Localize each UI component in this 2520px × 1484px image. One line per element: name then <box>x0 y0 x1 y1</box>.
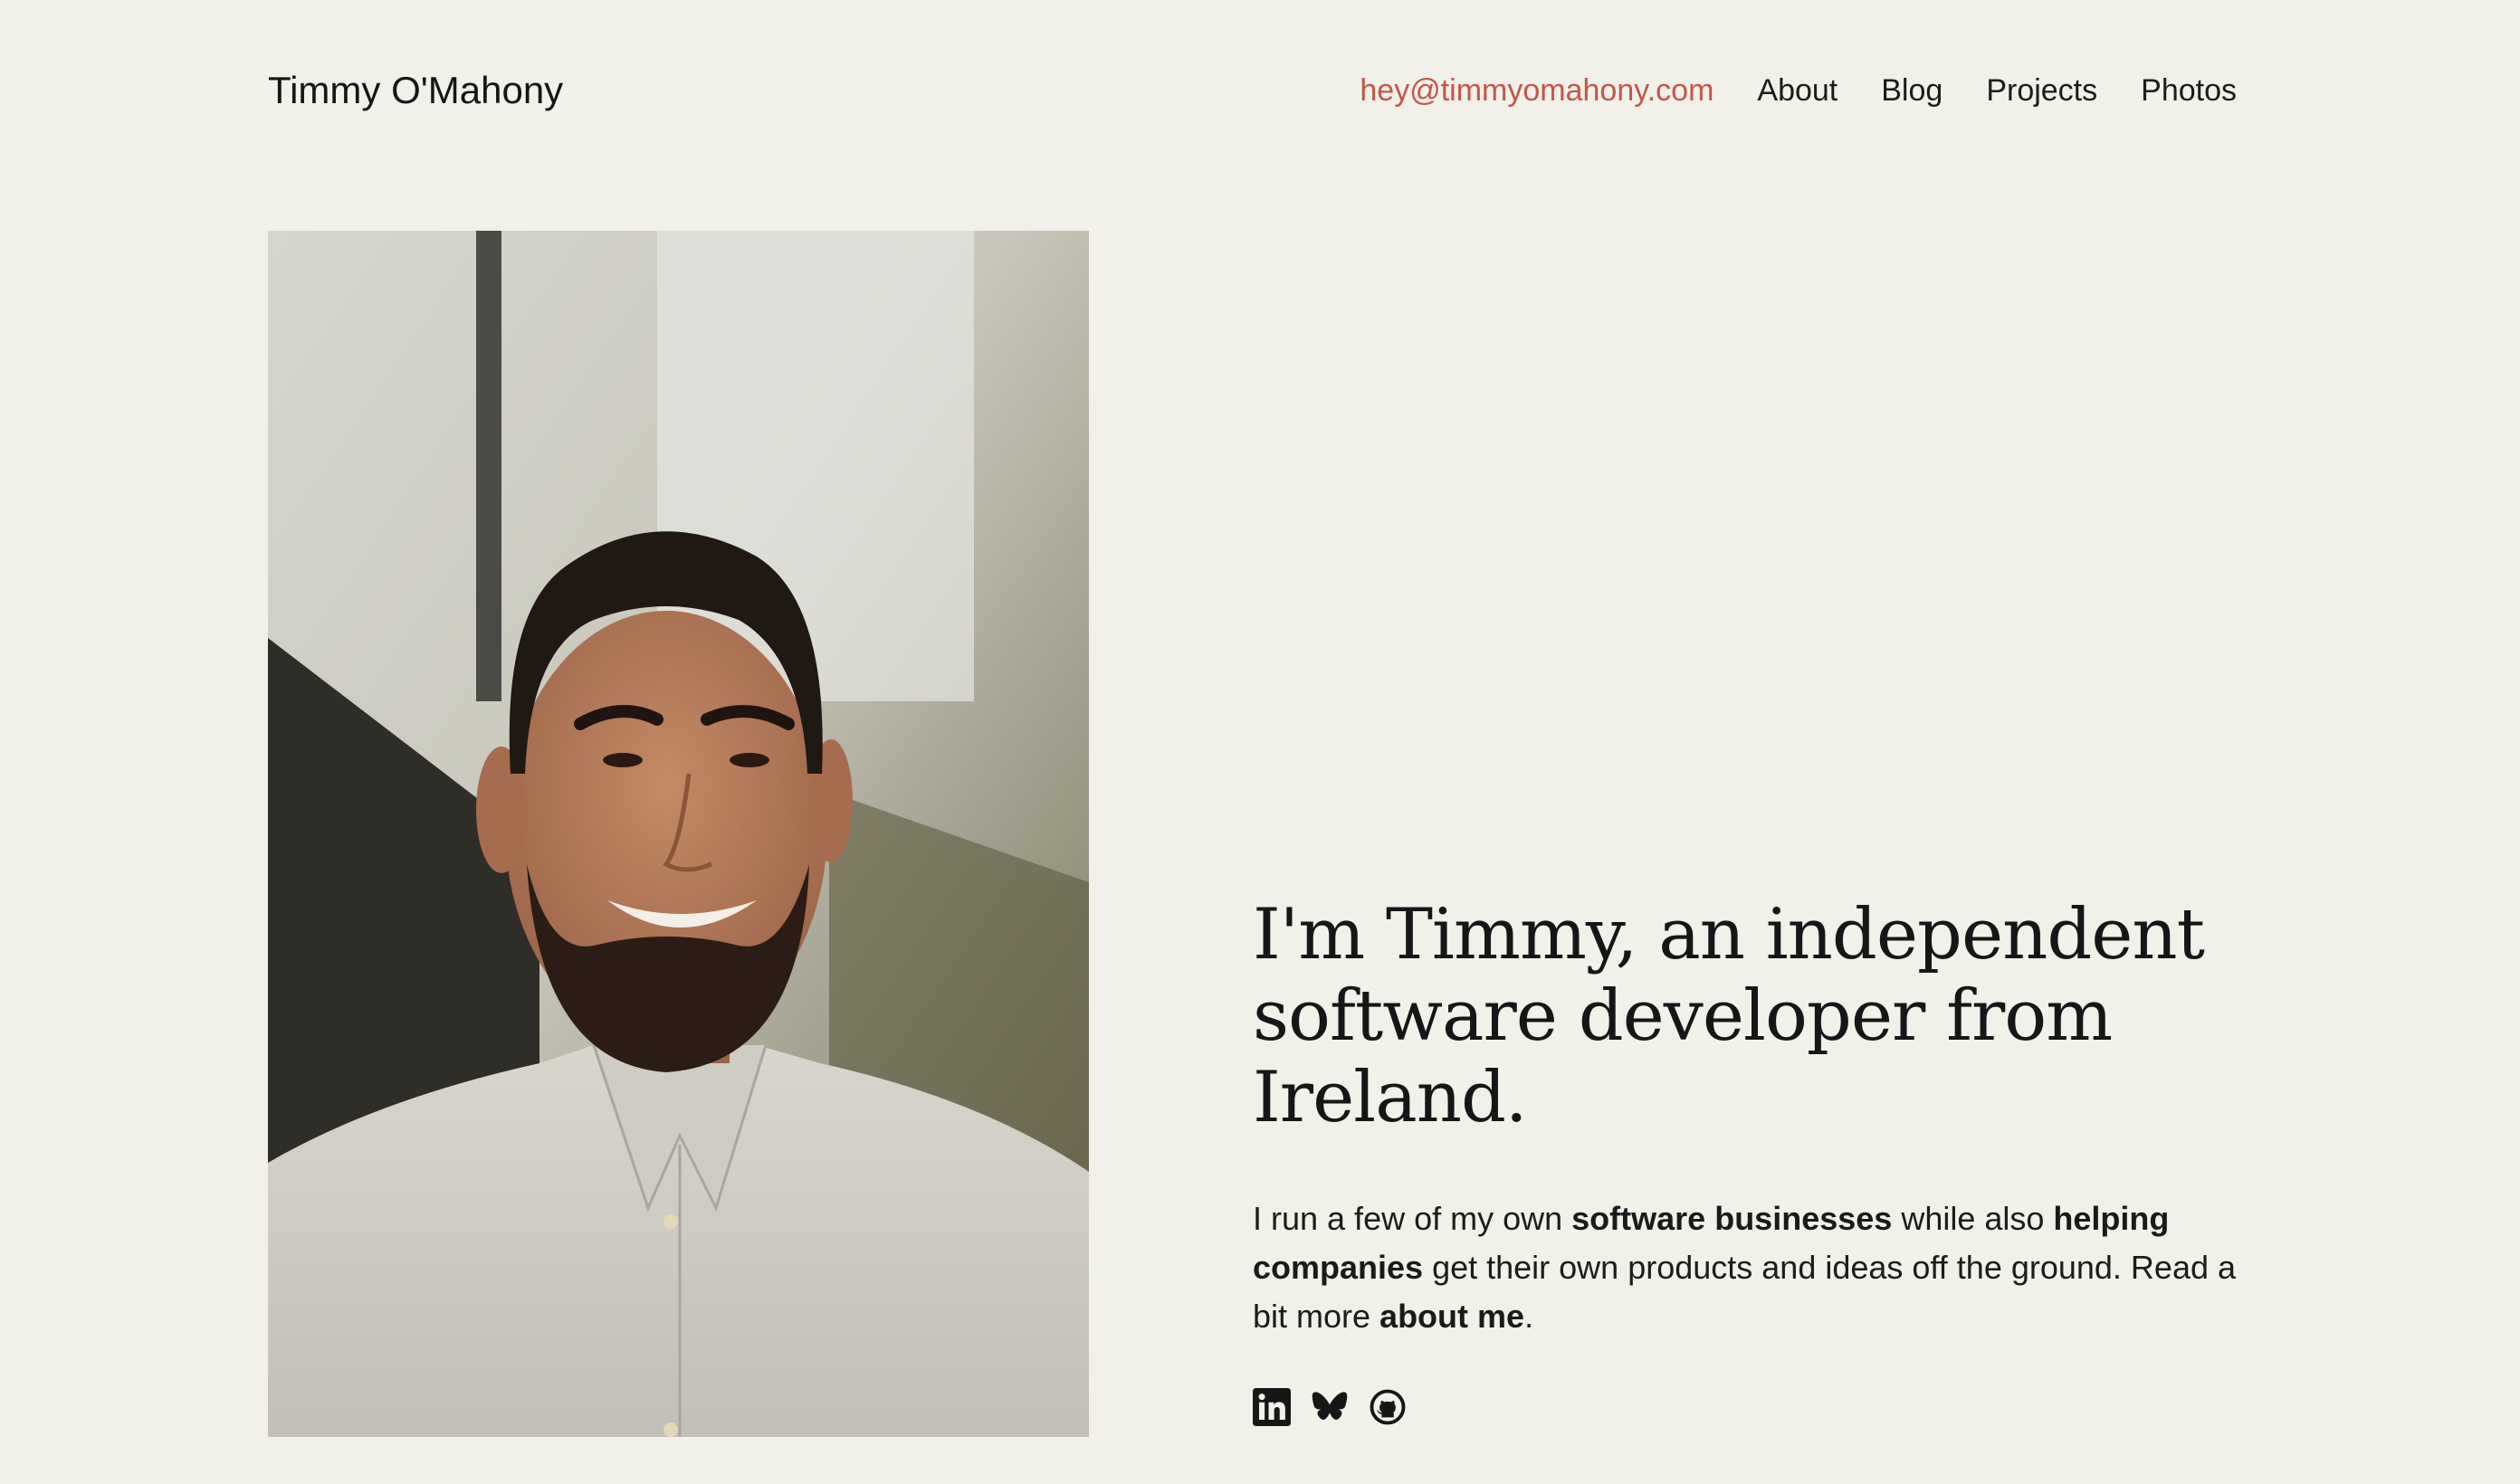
github-icon <box>1370 1389 1406 1425</box>
linkedin-link[interactable] <box>1253 1388 1291 1426</box>
social-links <box>1253 1388 2267 1426</box>
linkedin-icon <box>1253 1388 1291 1426</box>
site-title[interactable]: Timmy O'Mahony <box>268 63 563 118</box>
email-link[interactable]: hey@timmyomahony.com <box>1360 66 1713 115</box>
main-nav: hey@timmyomahony.com About Blog Projects… <box>1360 66 2237 115</box>
about-me-link[interactable]: about me <box>1379 1298 1524 1335</box>
hero-headline: I'm Timmy, an independent software devel… <box>1253 894 2205 1138</box>
portrait-illustration <box>268 231 1089 1437</box>
intro-text-2: while also <box>1892 1200 2054 1237</box>
github-link[interactable] <box>1369 1388 1407 1426</box>
bluesky-icon <box>1312 1392 1348 1420</box>
nav-blog[interactable]: Blog <box>1881 66 1942 115</box>
intro-text-1: I run a few of my own <box>1253 1200 1572 1237</box>
portrait-photo <box>268 231 1089 1437</box>
nav-about[interactable]: About <box>1757 66 1838 115</box>
intro-software-businesses: software businesses <box>1571 1200 1893 1237</box>
nav-projects[interactable]: Projects <box>1986 66 2097 115</box>
hero-intro: I run a few of my own software businesse… <box>1253 1194 2267 1341</box>
bluesky-link[interactable] <box>1311 1388 1349 1426</box>
intro-text-4: . <box>1524 1298 1534 1335</box>
hero-section: I'm Timmy, an independent software devel… <box>1253 894 2267 1426</box>
nav-photos[interactable]: Photos <box>2141 66 2237 115</box>
